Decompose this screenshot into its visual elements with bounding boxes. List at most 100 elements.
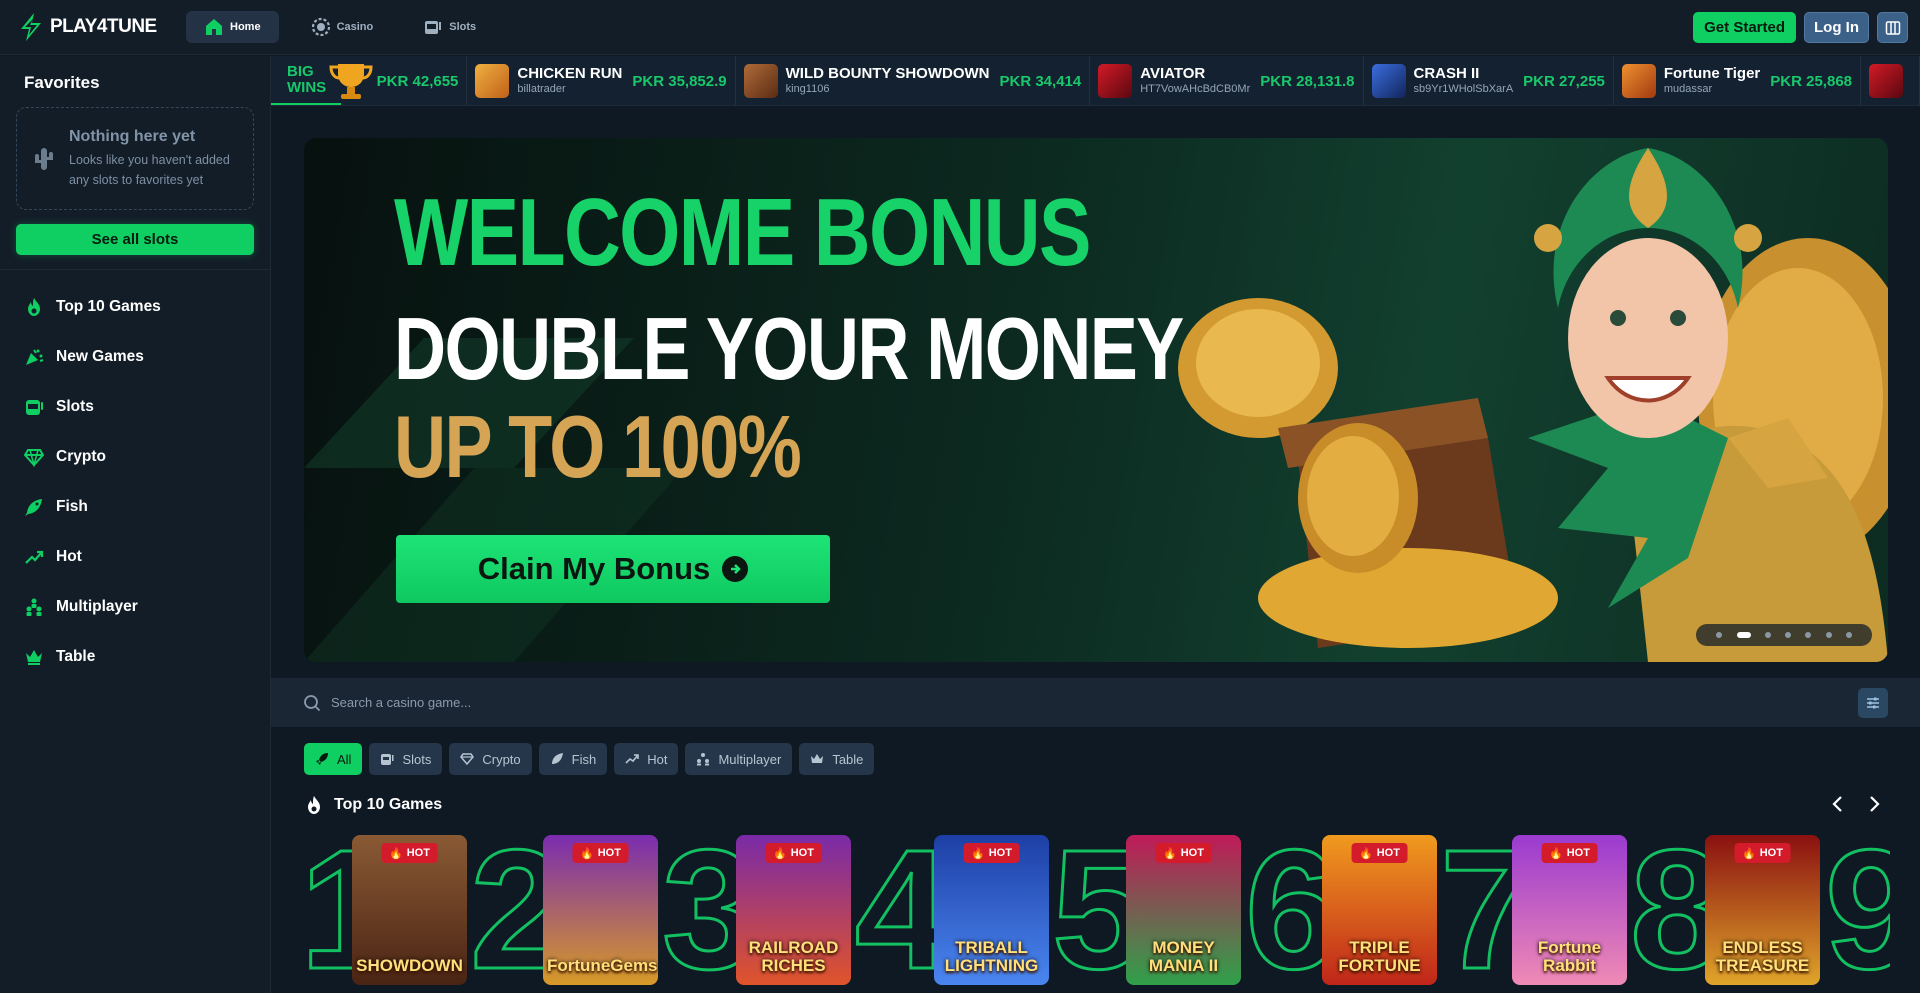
hot-badge-label: HOT bbox=[1180, 847, 1204, 859]
ticker-win[interactable]: WILD BOUNTY SHOWDOWN king1106 PKR 34,414 bbox=[736, 56, 1091, 105]
rocket-icon bbox=[316, 753, 328, 765]
hot-badge: 🔥 HOT bbox=[1155, 843, 1212, 863]
slot-machine-icon bbox=[425, 21, 442, 34]
ticker-win[interactable]: CRASH II sb9Yr1WHolSbXarA PKR 27,255 bbox=[1364, 56, 1614, 105]
chevron-right-icon[interactable] bbox=[1864, 794, 1884, 814]
promo-banner[interactable]: WELCOME BONUS DOUBLE YOUR MONEY UP TO 10… bbox=[304, 138, 1888, 662]
chip-crypto[interactable]: Crypto bbox=[449, 743, 532, 775]
ticker-win-partial[interactable] bbox=[1861, 56, 1920, 105]
win-game: CHICKEN RUN bbox=[517, 65, 623, 82]
nav-home[interactable]: Home bbox=[186, 11, 279, 43]
sidebar-item-new-games[interactable]: New Games bbox=[0, 332, 270, 382]
arrow-right-icon bbox=[722, 556, 749, 582]
game-card[interactable]: 🔥 HOT ENDLESS TREASURE bbox=[1705, 835, 1820, 985]
brand-logo[interactable]: PLAY4TUNE bbox=[16, 12, 168, 42]
game-title: SHOWDOWN bbox=[356, 956, 463, 975]
sidebar-item-fish[interactable]: Fish bbox=[0, 482, 270, 532]
hot-badge: 🔥 HOT bbox=[1351, 843, 1408, 863]
get-started-button[interactable]: Get Started bbox=[1693, 12, 1796, 43]
favorites-empty-title: Nothing here yet bbox=[69, 128, 196, 145]
users-icon bbox=[26, 598, 42, 616]
hot-badge-label: HOT bbox=[988, 847, 1012, 859]
sidebar-item-label: Multiplayer bbox=[56, 598, 138, 615]
flame-icon: 🔥 bbox=[1742, 847, 1756, 860]
top10-header: Top 10 Games bbox=[304, 795, 442, 815]
sidebar-item-label: Top 10 Games bbox=[56, 298, 161, 315]
sidebar-item-label: Fish bbox=[56, 498, 88, 515]
see-all-slots-button[interactable]: See all slots bbox=[16, 224, 254, 255]
win-amount: PKR 25,868 bbox=[1770, 72, 1852, 90]
ticker-win[interactable]: AVIATOR HT7VowAHcBdCB0Mr PKR 28,131.8 bbox=[1090, 56, 1364, 105]
game-card[interactable]: 🔥 HOT SHOWDOWN bbox=[352, 835, 467, 985]
sidebar-item-crypto[interactable]: Crypto bbox=[0, 432, 270, 482]
game-thumbnail bbox=[475, 64, 510, 98]
carousel-dot-active[interactable] bbox=[1736, 632, 1751, 638]
flame-icon: 🔥 bbox=[1163, 847, 1177, 860]
game-card[interactable]: 🔥 HOT RAILROAD RICHES bbox=[736, 835, 851, 985]
carousel-dot[interactable] bbox=[1805, 632, 1812, 638]
sidebar-item-table[interactable]: Table bbox=[0, 632, 270, 682]
chip-hot[interactable]: Hot bbox=[614, 743, 679, 775]
game-card[interactable]: 🔥 HOT FortuneGems bbox=[543, 835, 658, 985]
game-card[interactable]: 🔥 HOT Fortune Rabbit bbox=[1512, 835, 1627, 985]
hot-badge: 🔥 HOT bbox=[963, 843, 1020, 863]
ticker-win[interactable]: CHICKEN RUN billatrader PKR 35,852.9 bbox=[467, 56, 736, 105]
top10-title: Top 10 Games bbox=[334, 796, 443, 813]
game-title: TRIPLE FORTUNE bbox=[1338, 938, 1421, 975]
chip-label: Hot bbox=[647, 751, 668, 767]
carousel-dot[interactable] bbox=[1785, 632, 1791, 638]
game-card[interactable]: 🔥 HOT TRIPLE FORTUNE bbox=[1322, 835, 1437, 985]
hot-badge-label: HOT bbox=[1376, 847, 1400, 859]
game-card[interactable]: 🔥 HOT TRIBALL LIGHTNING bbox=[934, 835, 1049, 985]
sidebar-item-top-10-games[interactable]: Top 10 Games bbox=[0, 282, 270, 332]
favorites-empty-box: Nothing here yet Looks like you haven't … bbox=[16, 107, 254, 210]
nav-slots[interactable]: Slots bbox=[405, 11, 494, 43]
chip-slots[interactable]: Slots bbox=[369, 743, 443, 775]
login-button[interactable]: Log In bbox=[1804, 12, 1869, 43]
game-thumbnail bbox=[1098, 64, 1133, 98]
carousel-dot[interactable] bbox=[1716, 632, 1723, 638]
banner-subheadline: DOUBLE YOUR MONEY bbox=[394, 299, 1184, 398]
trophy-icon bbox=[329, 64, 373, 99]
carousel-dot[interactable] bbox=[1845, 632, 1852, 638]
search-input[interactable] bbox=[331, 695, 1631, 710]
sidebar-item-hot[interactable]: Hot bbox=[0, 532, 270, 582]
hot-badge: 🔥 HOT bbox=[765, 843, 822, 863]
game-title: ENDLESS TREASURE bbox=[1715, 938, 1810, 975]
sidebar-toggle-button[interactable] bbox=[1877, 12, 1908, 43]
win-game: CRASH II bbox=[1413, 65, 1480, 82]
chip-table[interactable]: Table bbox=[799, 743, 875, 775]
nav-casino[interactable]: Casino bbox=[293, 11, 392, 43]
sidebar-item-multiplayer[interactable]: Multiplayer bbox=[0, 582, 270, 632]
filter-button[interactable] bbox=[1858, 688, 1888, 718]
cactus-icon bbox=[35, 148, 53, 170]
diamond-icon bbox=[24, 449, 44, 467]
claim-bonus-button[interactable]: Clain My Bonus bbox=[396, 535, 830, 603]
favorites-title: Favorites bbox=[24, 73, 100, 92]
carousel-dot[interactable] bbox=[1825, 632, 1832, 638]
ticker-win[interactable]: Fortune Tiger mudassar PKR 25,868 bbox=[1614, 56, 1861, 105]
chip-all[interactable]: All bbox=[304, 743, 363, 775]
hot-badge-label: HOT bbox=[1566, 847, 1590, 859]
fish-icon bbox=[551, 753, 563, 764]
chip-multiplayer[interactable]: Multiplayer bbox=[685, 743, 793, 775]
top10-carousel-arrows bbox=[1828, 794, 1884, 814]
claim-bonus-label: Clain My Bonus bbox=[477, 551, 711, 586]
chip-label: Multiplayer bbox=[718, 751, 782, 767]
users-icon bbox=[697, 753, 710, 766]
chip-fish[interactable]: Fish bbox=[538, 743, 608, 775]
trend-up-icon bbox=[625, 754, 640, 764]
sidebar-item-slots[interactable]: Slots bbox=[0, 382, 270, 432]
carousel-dot[interactable] bbox=[1764, 632, 1771, 638]
game-card[interactable]: 🔥 HOT MONEY MANIA II bbox=[1126, 835, 1241, 985]
jester-artwork bbox=[1178, 148, 1888, 662]
hot-badge: 🔥 HOT bbox=[572, 843, 629, 863]
columns-icon bbox=[1885, 20, 1900, 35]
nav-slots-label: Slots bbox=[449, 21, 477, 33]
chevron-left-icon[interactable] bbox=[1828, 794, 1848, 814]
game-title: RAILROAD RICHES bbox=[748, 938, 839, 975]
hot-badge-label: HOT bbox=[790, 847, 814, 859]
chip-icon bbox=[311, 17, 330, 37]
chip-label: Table bbox=[832, 751, 864, 767]
carousel-dots bbox=[1696, 624, 1872, 646]
